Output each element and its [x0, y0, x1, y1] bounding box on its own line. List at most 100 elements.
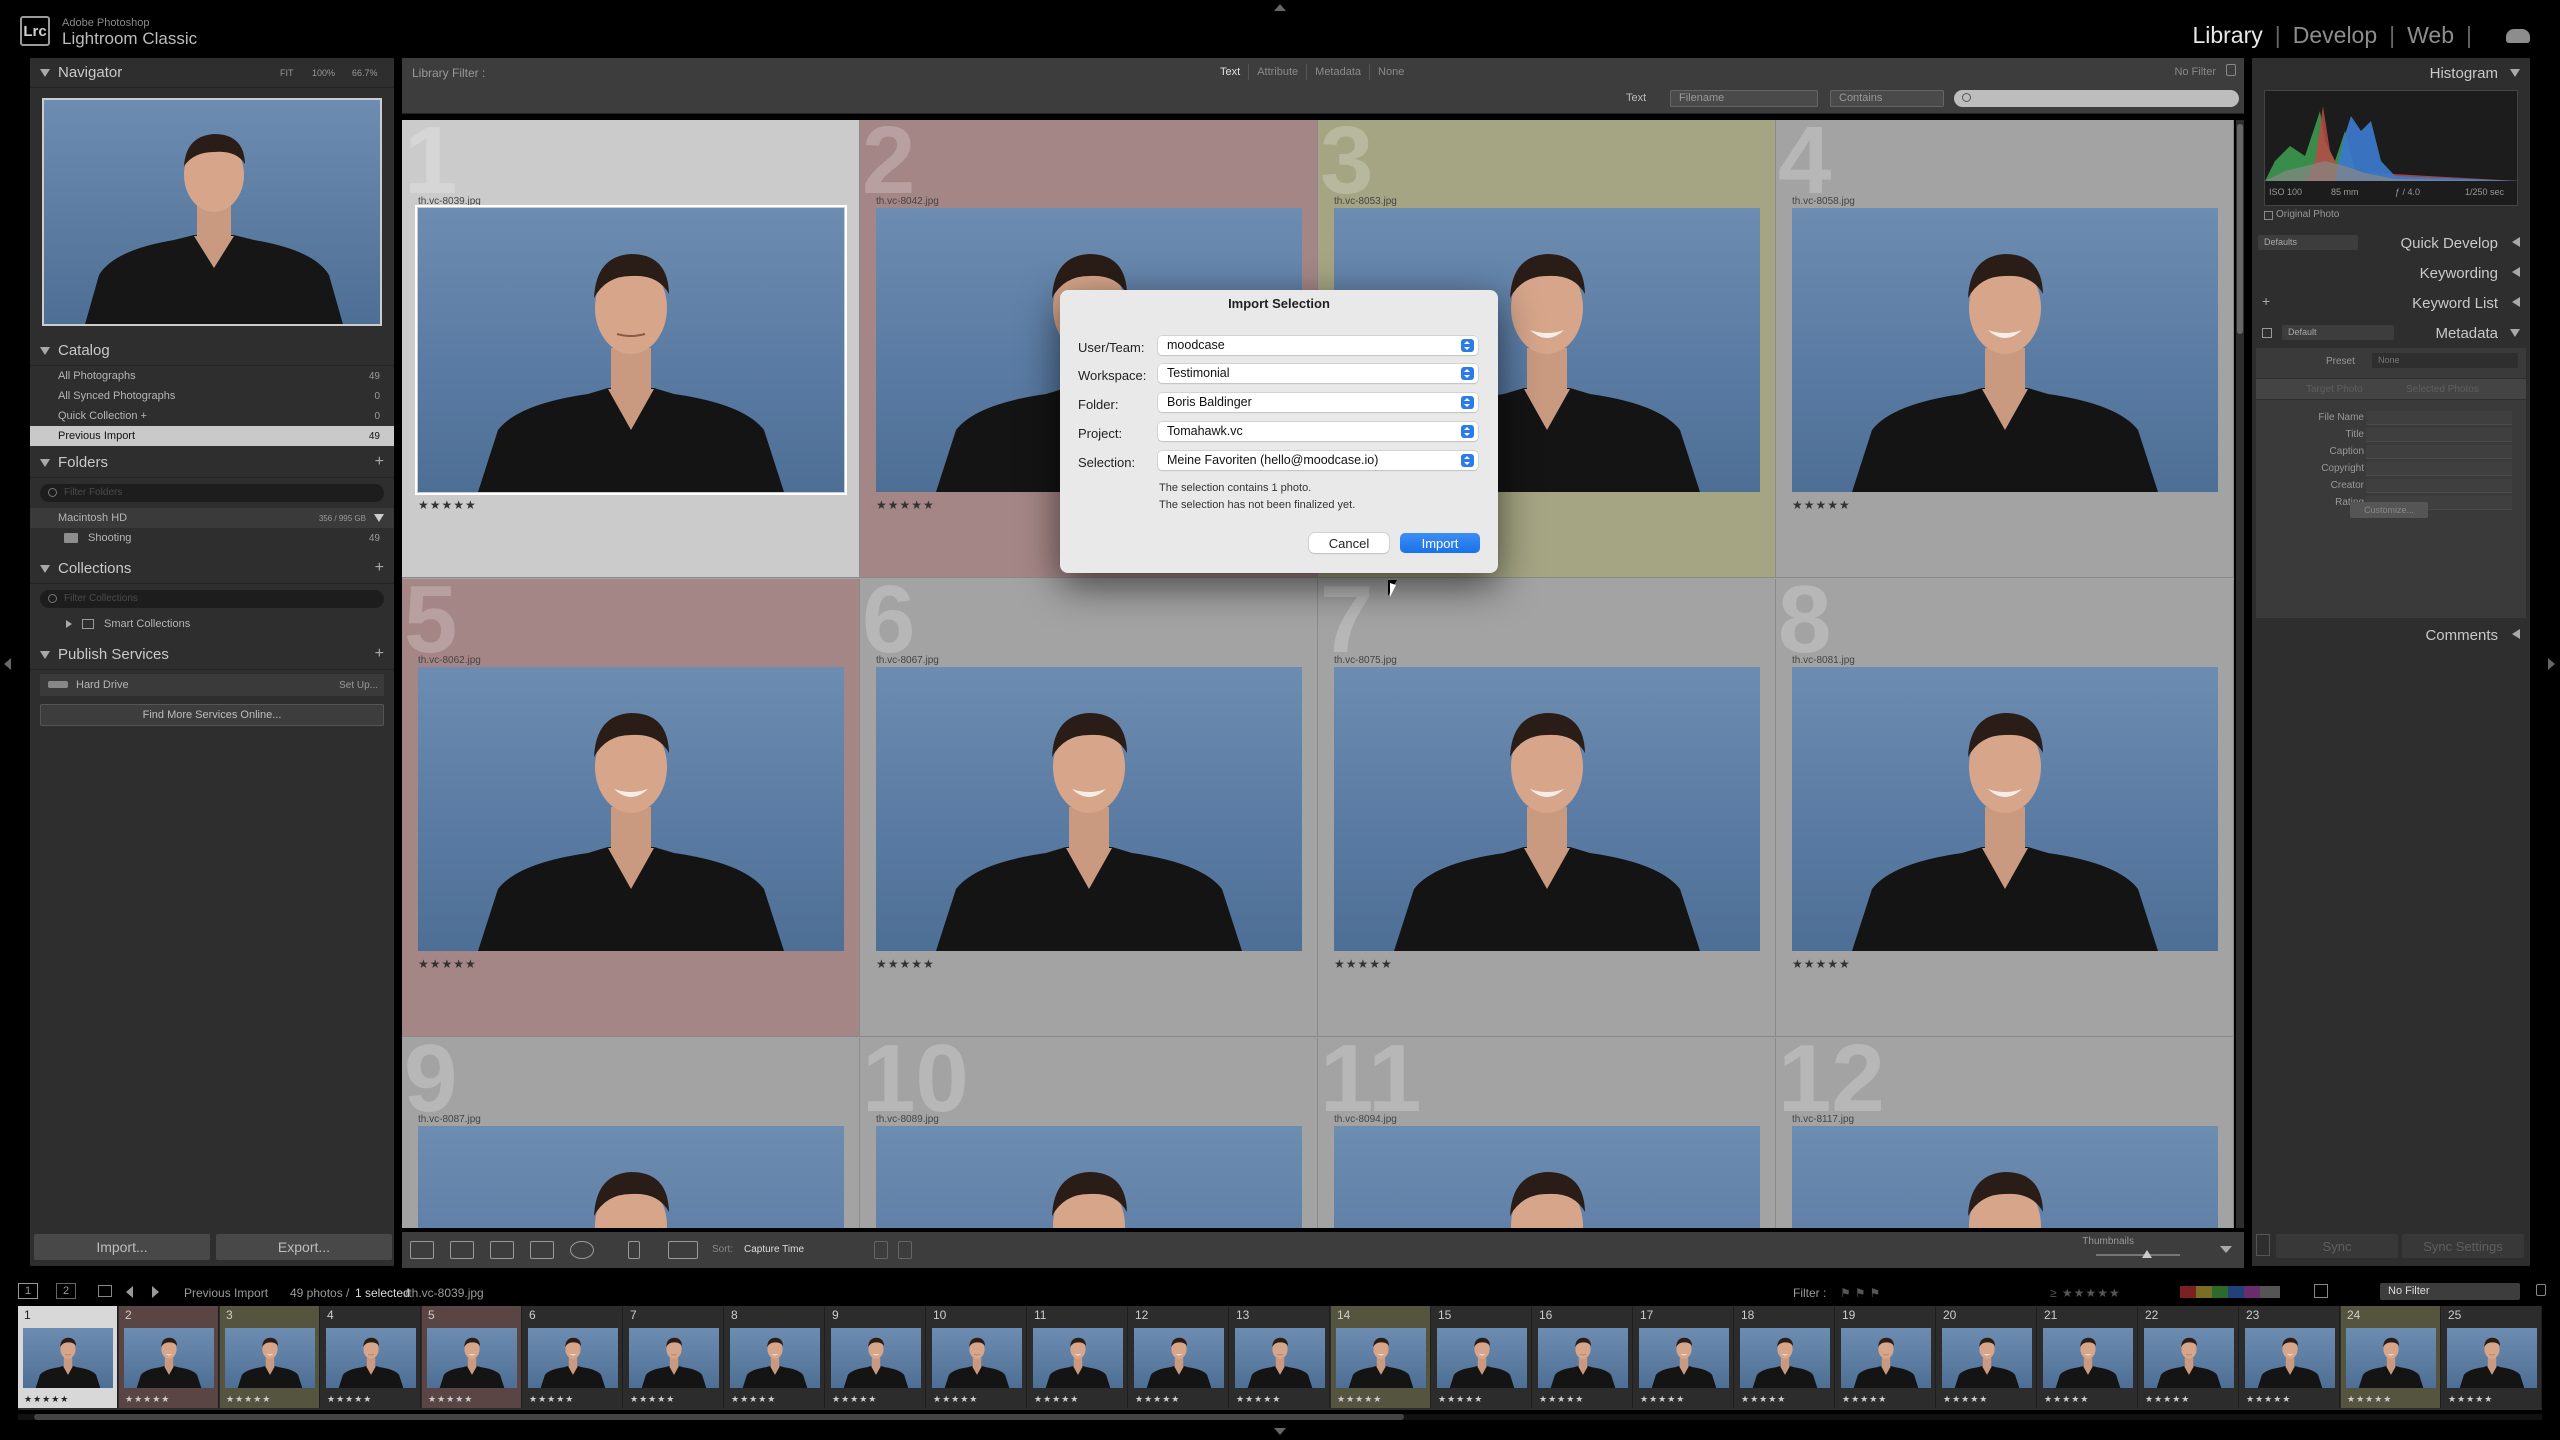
collection-filter-field[interactable]: Filter Collections	[40, 590, 384, 608]
filmstrip-thumbnail[interactable]: 6 ★★★★★	[523, 1306, 623, 1408]
back-icon[interactable]	[126, 1286, 133, 1298]
metadata-field-row[interactable]: Copyright	[2256, 461, 2526, 477]
module-web[interactable]: Web	[2407, 22, 2454, 49]
cell-thumbnail[interactable]	[415, 205, 847, 495]
metadata-sync-icon[interactable]	[2262, 328, 2272, 338]
filmstrip-thumbnail[interactable]: 15 ★★★★★	[1432, 1306, 1532, 1408]
keywording-header[interactable]: Keywording	[2252, 258, 2530, 288]
flag-icon[interactable]	[874, 1241, 888, 1259]
reject-flag-icon[interactable]	[898, 1241, 912, 1259]
sync-button[interactable]: Sync	[2276, 1234, 2398, 1258]
survey-view-icon[interactable]	[530, 1241, 554, 1259]
cell-thumbnail[interactable]	[1792, 1126, 2218, 1228]
filmstrip-thumbnail[interactable]: 25 ★★★★★	[2442, 1306, 2542, 1408]
add-keyword-icon[interactable]: +	[2262, 293, 2270, 309]
keyword-list-header[interactable]: + Keyword List	[2252, 288, 2530, 318]
add-service-icon[interactable]: +	[375, 645, 384, 663]
filter-tab-attribute[interactable]: Attribute	[1249, 64, 1308, 80]
grid-cell[interactable]: 1 th.vc-8039.jpg ★★★★★	[402, 120, 860, 578]
cell-thumbnail[interactable]	[1792, 667, 2218, 951]
metadata-header[interactable]: Default Metadata	[2252, 318, 2530, 348]
collapse-right-icon[interactable]	[2548, 658, 2555, 670]
grid-cell[interactable]: 4 th.vc-8058.jpg ★★★★★	[1776, 120, 2234, 578]
metadata-field-row[interactable]: Creator	[2256, 478, 2526, 494]
filmstrip-thumbnail[interactable]: 11 ★★★★★	[1028, 1306, 1128, 1408]
selection-select[interactable]: Meine Favoriten (hello@moodcase.io)	[1158, 451, 1478, 470]
filmstrip-thumbnail[interactable]: 21 ★★★★★	[2038, 1306, 2138, 1408]
filmstrip-thumbnail[interactable]: 13 ★★★★★	[1230, 1306, 1330, 1408]
folder-shooting[interactable]: Shooting 49	[30, 528, 394, 548]
toolbar-menu-icon[interactable]	[2220, 1246, 2232, 1253]
collections-header[interactable]: Collections +	[30, 554, 394, 584]
collapse-bottom-icon[interactable]	[1274, 1428, 1286, 1435]
sync-settings-button[interactable]: Sync Settings	[2402, 1234, 2524, 1258]
volume-menu-icon[interactable]	[374, 514, 384, 522]
grid-cell[interactable]: 9th.vc-8087.jpg★★★★★	[402, 1038, 860, 1228]
folders-header[interactable]: Folders +	[30, 448, 394, 478]
cell-rating[interactable]: ★★★★★	[1792, 498, 1851, 512]
add-collection-icon[interactable]: +	[375, 559, 384, 577]
filmstrip-scroll-thumb[interactable]	[34, 1414, 1404, 1420]
filter-preset[interactable]: No Filter	[2174, 66, 2216, 78]
compare-view-icon[interactable]	[490, 1241, 514, 1259]
find-more-services-button[interactable]: Find More Services Online...	[40, 704, 384, 726]
quick-develop-header[interactable]: Defaults Quick Develop	[2252, 228, 2530, 258]
filter-tab-metadata[interactable]: Metadata	[1307, 64, 1371, 80]
checkbox-icon[interactable]	[2264, 211, 2273, 220]
filmstrip-thumbnail[interactable]: 17 ★★★★★	[1634, 1306, 1734, 1408]
catalog-item-all-photographs[interactable]: All Photographs 49	[30, 366, 394, 386]
volume-macintosh-hd[interactable]: Macintosh HD 356 / 995 GB	[30, 508, 394, 528]
filmstrip-thumbnail[interactable]: 14 ★★★★★	[1331, 1306, 1431, 1408]
grid-scroll-thumb[interactable]	[2237, 124, 2243, 334]
filmstrip-filter-select[interactable]: No Filter	[2380, 1283, 2520, 1300]
cell-rating[interactable]: ★★★★★	[876, 957, 935, 971]
metadata-field-value[interactable]	[2366, 428, 2512, 442]
loupe-view-icon[interactable]	[450, 1241, 474, 1259]
filmstrip-thumbnail[interactable]: 20 ★★★★★	[1937, 1306, 2037, 1408]
module-library[interactable]: Library	[2192, 22, 2262, 49]
cloud-icon[interactable]	[2506, 28, 2530, 43]
saved-preset-select[interactable]: Defaults	[2258, 235, 2358, 250]
filter-rule-select[interactable]: Contains	[1830, 90, 1944, 107]
cell-thumbnail[interactable]	[876, 667, 1302, 951]
grid-cell[interactable]: 8 th.vc-8081.jpg ★★★★★	[1776, 579, 2234, 1037]
histogram-header[interactable]: Histogram	[2252, 58, 2530, 88]
setup-link[interactable]: Set Up...	[339, 680, 378, 691]
filmstrip-rating-filter[interactable]: ≥ ★★★★★	[2050, 1286, 2121, 1300]
cell-rating[interactable]: ★★★★★	[1334, 957, 1393, 971]
filmstrip-thumbnail[interactable]: 7 ★★★★★	[624, 1306, 724, 1408]
grid-cell[interactable]: 5 th.vc-8062.jpg ★★★★★	[402, 579, 860, 1037]
expand-icon[interactable]	[66, 620, 72, 628]
cell-rating[interactable]: ★★★★★	[418, 957, 477, 971]
grid-cell[interactable]: 12th.vc-8117.jpg★★★★★	[1776, 1038, 2234, 1228]
selected-photos-tab[interactable]: Selected Photos	[2406, 384, 2479, 395]
grid-icon[interactable]	[98, 1285, 112, 1297]
folder-select[interactable]: Boris Baldinger	[1158, 393, 1478, 412]
cell-thumbnail[interactable]	[1334, 667, 1760, 951]
metadata-field-row[interactable]: Caption	[2256, 444, 2526, 460]
workspace-select[interactable]: Testimonial	[1158, 364, 1478, 383]
filmstrip-source[interactable]: Previous Import	[184, 1286, 268, 1300]
zoom-fit[interactable]: FIT	[280, 68, 294, 78]
add-folder-icon[interactable]: +	[375, 453, 384, 471]
people-view-icon[interactable]	[570, 1241, 594, 1259]
metadata-field-value[interactable]	[2366, 445, 2512, 459]
cancel-button[interactable]: Cancel	[1309, 533, 1389, 553]
module-develop[interactable]: Develop	[2293, 22, 2377, 49]
smart-collections-set[interactable]: Smart Collections	[30, 614, 394, 634]
filmstrip-thumbnail[interactable]: 3 ★★★★★	[220, 1306, 320, 1408]
cell-thumbnail[interactable]	[876, 1126, 1302, 1228]
cell-rating[interactable]: ★★★★★	[876, 498, 935, 512]
filter-tab-text[interactable]: Text	[1212, 64, 1250, 80]
sync-toggle-icon[interactable]	[2256, 1234, 2270, 1256]
filmstrip-thumbnail[interactable]: 5 ★★★★★	[422, 1306, 522, 1408]
publish-services-header[interactable]: Publish Services +	[30, 640, 394, 670]
sort-select[interactable]: Capture Time	[744, 1244, 804, 1255]
filter-field-select[interactable]: Filename	[1670, 90, 1818, 107]
cell-thumbnail[interactable]	[418, 667, 844, 951]
project-select[interactable]: Tomahawk.vc	[1158, 422, 1478, 441]
zoom-100[interactable]: 100%	[312, 68, 335, 78]
export-button[interactable]: Export...	[216, 1234, 392, 1260]
import-button[interactable]: Import...	[34, 1234, 210, 1260]
filmstrip-thumbnail[interactable]: 9 ★★★★★	[826, 1306, 926, 1408]
